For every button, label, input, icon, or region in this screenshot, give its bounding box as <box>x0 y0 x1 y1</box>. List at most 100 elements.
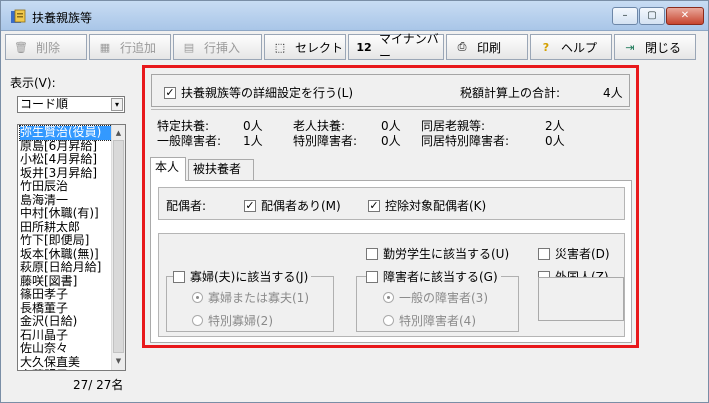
employee-list[interactable]: 弥生賢治(役員) 原島[6月昇給] 小松[4月昇給] 坂井[3月昇給] 竹田辰治 島海清一… <box>17 124 126 371</box>
detail-setting-checkbox[interactable]: ✓ 扶養親族等の詳細設定を行う(L) <box>164 84 353 101</box>
select-label: セレクト <box>295 40 344 55</box>
chevron-down-icon[interactable]: ▾ <box>111 98 123 111</box>
title-bar[interactable]: 扶養親族等 – ▢ ✕ <box>1 1 708 31</box>
insert-row-button[interactable]: ▤ 行挿入 <box>173 34 262 60</box>
select-icon: ⬚ <box>274 40 286 54</box>
help-button[interactable]: ? ヘルプ <box>530 34 612 60</box>
widow-special-radio[interactable]: 特別寡婦(2) <box>192 312 273 329</box>
close-window-button[interactable]: ✕ <box>666 7 704 25</box>
insert-row-label: 行挿入 <box>204 40 241 55</box>
disabled-special-radio[interactable]: 特別障害者(4) <box>383 312 476 329</box>
disaster-label: 災害者(D) <box>555 247 610 261</box>
maximize-button[interactable]: ▢ <box>639 7 665 25</box>
list-item[interactable]: 長橋董子 <box>20 302 112 316</box>
display-order-select[interactable]: コード順 ▾ <box>17 96 125 113</box>
checkbox-checked-icon: ✓ <box>368 198 380 212</box>
radio-unselected-icon <box>383 315 394 326</box>
divider <box>151 109 630 110</box>
widow-general-label: 寡婦または寡夫(1) <box>208 291 309 305</box>
list-item[interactable]: 石川晶子 <box>20 329 112 343</box>
row-add-icon: ▦ <box>99 40 111 54</box>
scroll-thumb[interactable] <box>113 140 124 353</box>
ippan-value: 1人 <box>243 134 263 148</box>
dependents-panel: ✓ 扶養親族等の詳細設定を行う(L) 税額計算上の合計: 4人 特定扶養: 0人… <box>142 65 639 348</box>
checkbox-unchecked-icon <box>538 247 550 260</box>
delete-button[interactable]: 🗑 削除 <box>5 34 87 60</box>
list-item[interactable]: 田所耕太郎 <box>20 221 112 235</box>
widow-checkbox[interactable]: 寡婦(夫)に該当する(J) <box>173 268 312 285</box>
list-item[interactable]: 藤咲[図書] <box>20 275 112 289</box>
list-item[interactable]: 弥生賢治(役員) <box>19 125 113 141</box>
checkbox-checked-icon: ✓ <box>164 85 176 99</box>
spouse-exists-label: 配偶者あり(M) <box>261 199 341 213</box>
list-item[interactable]: 小松[4月昇給] <box>20 153 112 167</box>
app-window: 扶養親族等 – ▢ ✕ 🗑 削除 ▦ 行追加 ▤ 行挿入 ⬚ セレクト 12 マ… <box>0 0 709 403</box>
tab-panel-self: 配偶者: ✓ 配偶者あり(M) ✓ 控除対象配偶者(K) 勤労学生に該当する(U… <box>150 180 632 343</box>
list-item[interactable]: 篠田孝子 <box>20 288 112 302</box>
spouse-deduction-checkbox[interactable]: ✓ 控除対象配偶者(K) <box>368 197 486 214</box>
disabled-general-radio[interactable]: 一般の障害者(3) <box>383 289 488 306</box>
list-item[interactable]: 金沢(日給) <box>20 315 112 329</box>
display-label: 表示(V): <box>10 76 56 90</box>
list-item[interactable]: 安藤明子 <box>20 369 112 370</box>
tax-total-value: 4人 <box>603 86 623 100</box>
close-label: 閉じる <box>645 40 682 55</box>
add-row-button[interactable]: ▦ 行追加 <box>89 34 171 60</box>
display-order-value: コード順 <box>20 97 69 111</box>
widow-special-label: 特別寡婦(2) <box>208 314 273 328</box>
disabled-special-label: 特別障害者(4) <box>399 314 476 328</box>
dokyo-tokubetsu-value: 0人 <box>545 134 565 148</box>
list-item[interactable]: 大久保直美 <box>20 356 112 370</box>
spouse-exists-checkbox[interactable]: ✓ 配偶者あり(M) <box>244 197 341 214</box>
widow-label: 寡婦(夫)に該当する(J) <box>190 270 309 284</box>
spouse-label: 配偶者: <box>166 199 207 213</box>
list-item[interactable]: 原島[6月昇給] <box>20 140 112 154</box>
printer-icon: ⎙ <box>457 40 467 53</box>
tab-dependents[interactable]: 被扶養者 <box>188 159 254 180</box>
close-door-icon: ⇥ <box>625 40 635 54</box>
tax-total-label: 税額計算上の合計: <box>460 86 561 100</box>
list-item[interactable]: 佐山奈々 <box>20 342 112 356</box>
minimize-button[interactable]: – <box>612 7 638 25</box>
list-item[interactable]: 坂井[3月昇給] <box>20 167 112 181</box>
mynumber-icon: 12 <box>356 40 372 54</box>
employee-list-scrollbar[interactable]: ▲ ▼ <box>111 125 125 370</box>
radio-unselected-icon <box>192 315 203 326</box>
checkbox-unchecked-icon <box>173 270 185 283</box>
student-label: 勤労学生に該当する(U) <box>383 247 510 261</box>
select-button[interactable]: ⬚ セレクト <box>264 34 346 60</box>
scroll-up-icon[interactable]: ▲ <box>112 127 125 140</box>
widow-general-radio[interactable]: 寡婦または寡夫(1) <box>192 289 309 306</box>
list-item[interactable]: 坂本[休職(無)] <box>20 248 112 262</box>
student-checkbox[interactable]: 勤労学生に該当する(U) <box>366 245 509 262</box>
toolbar: 🗑 削除 ▦ 行追加 ▤ 行挿入 ⬚ セレクト 12 マイナンバー ⎙ 印刷 ?… <box>5 32 705 63</box>
dokyo-tokubetsu-label: 同居特別障害者: <box>421 134 510 148</box>
list-item[interactable]: 竹下[即便局] <box>20 234 112 248</box>
print-label: 印刷 <box>477 40 502 55</box>
list-item[interactable]: 中村[休職(有)] <box>20 207 112 221</box>
checkbox-unchecked-icon <box>366 270 378 283</box>
mynumber-label: マイナンバー <box>379 32 439 63</box>
employee-count: 27/ 27名 <box>73 378 124 392</box>
list-item[interactable]: 島海清一 <box>20 194 112 208</box>
detail-setting-row: ✓ 扶養親族等の詳細設定を行う(L) 税額計算上の合計: 4人 <box>151 74 630 107</box>
ippan-label: 一般障害者: <box>157 134 222 148</box>
status-group: 勤労学生に該当する(U) 災害者(D) 外国人(Z) 寡婦(夫)に該当する(J) <box>158 233 625 337</box>
print-button[interactable]: ⎙ 印刷 <box>446 34 528 60</box>
delete-label: 削除 <box>36 40 61 55</box>
mynumber-button[interactable]: 12 マイナンバー <box>348 32 444 63</box>
help-label: ヘルプ <box>561 40 598 55</box>
radio-selected-icon <box>192 292 203 303</box>
list-item[interactable]: 竹田辰治 <box>20 180 112 194</box>
detail-setting-label: 扶養親族等の詳細設定を行う(L) <box>181 86 354 100</box>
tab-self[interactable]: 本人 <box>150 157 186 181</box>
disaster-checkbox[interactable]: 災害者(D) <box>538 245 610 262</box>
spouse-group: 配偶者: ✓ 配偶者あり(M) ✓ 控除対象配偶者(K) <box>158 187 625 220</box>
list-item[interactable]: 萩原[日給月給] <box>20 261 112 275</box>
row-insert-icon: ▤ <box>183 40 195 54</box>
scroll-down-icon[interactable]: ▼ <box>112 355 125 368</box>
close-button[interactable]: ⇥ 閉じる <box>614 34 696 60</box>
disabled-checkbox[interactable]: 障害者に該当する(G) <box>366 268 501 285</box>
trash-icon: 🗑 <box>14 40 28 54</box>
help-icon: ? <box>542 40 550 54</box>
